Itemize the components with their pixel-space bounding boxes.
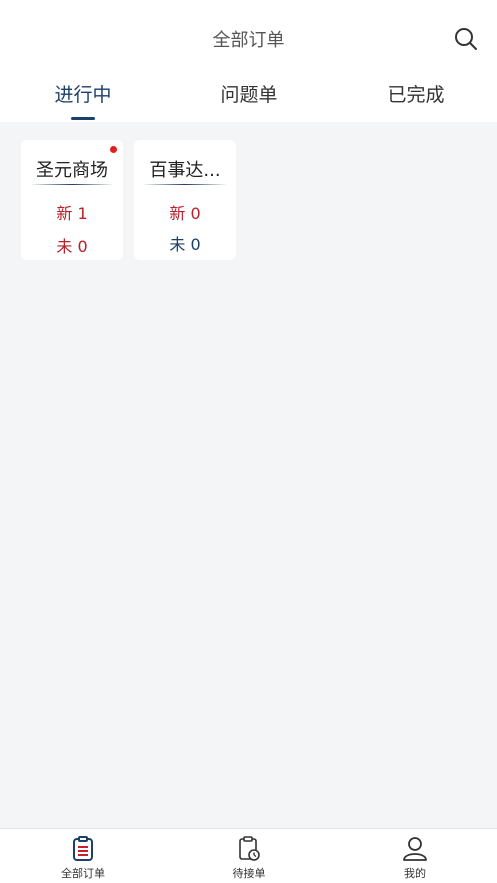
user-icon	[365, 835, 465, 863]
tab-problem-orders[interactable]: 问题单	[189, 80, 309, 107]
store-card[interactable]: 圣元商场 新 1 未 0	[21, 140, 123, 260]
tab-completed[interactable]: 已完成	[356, 80, 476, 107]
unread-dot	[110, 146, 117, 153]
new-order-count: 新 1	[56, 204, 88, 223]
store-card[interactable]: 百事达... 新 0 未 0	[134, 140, 236, 260]
store-name: 圣元商场	[36, 160, 108, 181]
clipboard-clock-icon	[199, 835, 299, 863]
store-name: 百事达...	[149, 160, 221, 181]
new-order-count: 新 0	[169, 204, 201, 223]
search-icon[interactable]	[453, 26, 479, 52]
tab-active-indicator	[71, 117, 95, 120]
order-tabs: 进行中 问题单 已完成	[0, 80, 497, 122]
top-header: 全部订单 进行中 问题单 已完成	[0, 0, 497, 122]
tabbar-label: 全部订单	[61, 867, 105, 880]
clipboard-list-icon	[33, 835, 133, 863]
tabbar-label: 我的	[404, 867, 426, 880]
tabbar-label: 待接单	[232, 867, 266, 880]
tabbar-item-mine[interactable]: 我的	[365, 835, 465, 881]
page-title: 全部订单	[212, 30, 285, 51]
tab-label: 问题单	[220, 84, 278, 106]
divider	[144, 184, 226, 185]
pending-order-count: 未 0	[169, 235, 201, 254]
pending-order-count: 未 0	[56, 237, 88, 256]
tab-label: 已完成	[387, 84, 445, 106]
tabbar-item-pending[interactable]: 待接单	[199, 835, 299, 881]
tabbar-item-all-orders[interactable]: 全部订单	[33, 835, 133, 881]
tab-label: 进行中	[54, 84, 112, 106]
bottom-tab-bar: 全部订单 待接单 我的	[0, 828, 497, 883]
divider	[31, 184, 113, 185]
tab-in-progress[interactable]: 进行中	[23, 80, 143, 120]
